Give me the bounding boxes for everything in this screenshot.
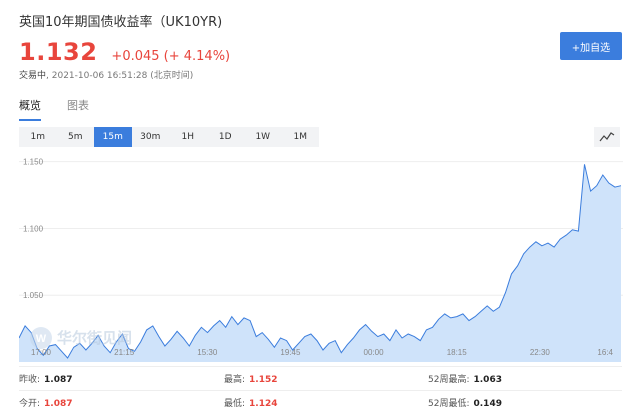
stat-label: 52周最高: <box>428 375 470 385</box>
line-chart-icon <box>599 132 615 142</box>
stat-prev-close: 昨收: 1.087 <box>19 372 73 385</box>
y-tick-label: 1.050 <box>23 291 44 300</box>
stat-value: 1.124 <box>249 399 278 409</box>
trading-status: 交易中 <box>19 71 47 81</box>
stat-value: 1.063 <box>473 375 502 385</box>
current-price: 1.132 <box>19 38 98 66</box>
range-15m[interactable]: 15m <box>94 127 132 147</box>
stat-52w-low: 52周最低: 0.149 <box>428 396 502 409</box>
range-1h[interactable]: 1H <box>169 127 207 147</box>
range-1month[interactable]: 1M <box>282 127 320 147</box>
svg-text:W: W <box>36 333 47 345</box>
page-title: 英国10年期国债收益率（UK10YR) <box>19 15 223 30</box>
x-tick-label: 17:00 <box>31 348 52 357</box>
stat-label: 52周最低: <box>428 399 470 409</box>
stat-label: 最低: <box>224 399 246 409</box>
x-tick-label: 15:30 <box>197 348 218 357</box>
svg-text:华尔街见闻: 华尔街见闻 <box>57 329 132 347</box>
x-tick-label: 18:15 <box>447 348 468 357</box>
stat-label: 最高: <box>224 375 246 385</box>
stats-divider-mid <box>19 390 622 391</box>
stat-low: 最低: 1.124 <box>224 396 278 409</box>
yield-chart[interactable]: W 华尔街见闻 1.150 1.100 1.050 17:00 21:15 15:30 1… <box>19 155 623 362</box>
range-1w[interactable]: 1W <box>244 127 282 147</box>
x-tick-label: 22:30 <box>530 348 551 357</box>
tab-overview[interactable]: 概览 <box>19 97 41 121</box>
stat-label: 昨收: <box>19 375 41 385</box>
range-30m[interactable]: 30m <box>132 127 170 147</box>
stat-open: 今开: 1.087 <box>19 396 73 409</box>
stat-value: 1.087 <box>44 375 73 385</box>
x-tick-label: 19:45 <box>280 348 301 357</box>
price-row: 1.132 +0.045 (+ 4.14%) <box>19 38 230 66</box>
x-tick-label: 21:15 <box>114 348 135 357</box>
range-1m[interactable]: 1m <box>19 127 57 147</box>
stats-panel: 昨收: 1.087 最高: 1.152 52周最高: 1.063 今开: 1.087 最… <box>0 366 640 416</box>
time-range-selector: 1m 5m 15m 30m 1H 1D 1W 1M <box>19 127 319 147</box>
x-tick-label: 00:00 <box>364 348 385 357</box>
trade-status: 交易中, 2021-10-06 16:51:28 (北京时间) <box>19 71 194 81</box>
price-change: +0.045 (+ 4.14%) <box>111 49 231 64</box>
stat-value: 1.152 <box>249 375 278 385</box>
stat-high: 最高: 1.152 <box>224 372 278 385</box>
chart-type-button[interactable] <box>594 127 620 147</box>
tab-bar: 概览 图表 <box>19 97 89 121</box>
x-tick-label: 16:4 <box>597 348 613 357</box>
add-watchlist-button[interactable]: +加自选 <box>560 32 622 60</box>
stat-label: 今开: <box>19 399 41 409</box>
tab-chart[interactable]: 图表 <box>67 97 89 121</box>
y-tick-label: 1.100 <box>23 224 44 233</box>
timestamp: 2021-10-06 16:51:28 (北京时间) <box>51 71 194 81</box>
stat-value: 1.087 <box>44 399 73 409</box>
stat-52w-high: 52周最高: 1.063 <box>428 372 502 385</box>
watermark: W 华尔街见闻 <box>30 327 132 349</box>
stat-value: 0.149 <box>473 399 502 409</box>
y-tick-label: 1.150 <box>23 158 44 167</box>
range-1d[interactable]: 1D <box>207 127 245 147</box>
range-5m[interactable]: 5m <box>57 127 95 147</box>
